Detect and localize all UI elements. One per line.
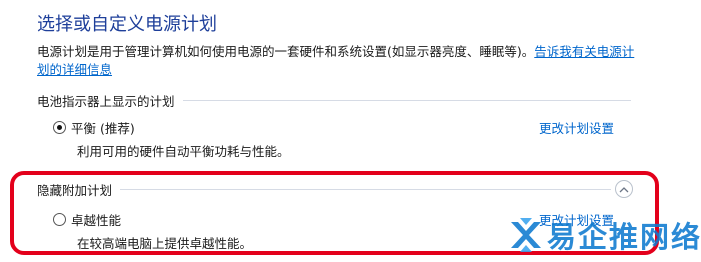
battery-section-title: 电池指示器上显示的计划 <box>37 93 175 109</box>
battery-section-header: 电池指示器上显示的计划 <box>37 91 631 109</box>
plan-desc-ultimate-performance: 在较高端电脑上提供卓越性能。 <box>77 236 253 251</box>
hidden-section-title: 隐藏附加计划 <box>37 182 113 198</box>
x-logo-icon <box>511 218 541 252</box>
watermark-text: 易企推网络 <box>547 220 701 254</box>
plan-name-balanced: 平衡 (推荐) <box>71 121 135 136</box>
radio-balanced[interactable] <box>53 121 66 134</box>
description-text: 电源计划是用于管理计算机如何使用电源的一套硬件和系统设置(如显示器亮度、睡眠等)… <box>37 44 535 59</box>
battery-section-divider <box>182 99 631 101</box>
page-description: 电源计划是用于管理计算机如何使用电源的一套硬件和系统设置(如显示器亮度、睡眠等)… <box>37 43 637 79</box>
page-title: 选择或自定义电源计划 <box>37 14 217 35</box>
radio-ultimate-performance[interactable] <box>53 213 66 226</box>
watermark: 易企推网络 <box>507 214 701 256</box>
hidden-section-header: 隐藏附加计划 <box>37 180 611 198</box>
collapse-hidden-plans-button[interactable] <box>615 180 633 198</box>
plan-name-ultimate-performance: 卓越性能 <box>71 213 122 228</box>
hidden-section-divider <box>120 188 611 190</box>
chevron-up-icon <box>619 186 629 192</box>
change-plan-settings-link-balanced[interactable]: 更改计划设置 <box>539 118 614 137</box>
plan-desc-balanced: 利用可用的硬件自动平衡功耗与性能。 <box>77 144 290 159</box>
